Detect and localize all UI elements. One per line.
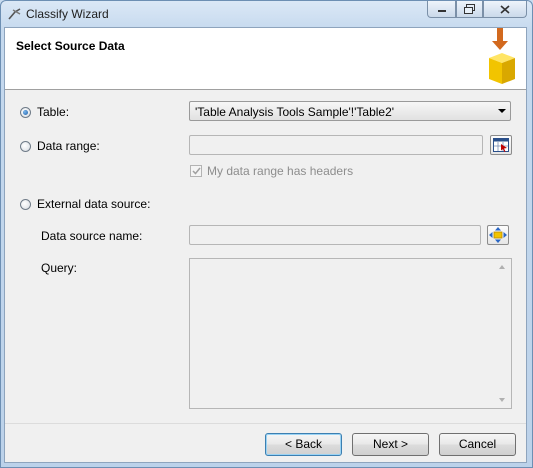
table-radio-option[interactable]: Table: (20, 105, 69, 119)
window-title: Classify Wizard (26, 7, 109, 21)
table-select-value: 'Table Analysis Tools Sample'!'Table2' (195, 105, 395, 119)
data-range-radio-option[interactable]: Data range: (20, 139, 100, 153)
close-icon (500, 4, 510, 14)
wizard-pick-icon (8, 8, 21, 20)
table-select[interactable]: 'Table Analysis Tools Sample'!'Table2' (189, 101, 511, 121)
close-button[interactable] (483, 1, 527, 18)
data-import-graphic (489, 28, 515, 84)
range-picker-button[interactable] (490, 135, 512, 155)
data-source-name-input[interactable] (189, 225, 481, 245)
scroll-down-icon[interactable] (499, 398, 505, 402)
next-button[interactable]: Next > (352, 433, 429, 456)
table-radio[interactable] (20, 106, 31, 118)
wizard-footer: < Back Next > Cancel (5, 423, 526, 464)
checkmark-icon (191, 167, 201, 175)
minimize-icon (437, 10, 446, 12)
data-source-icon (489, 227, 507, 243)
external-source-radio[interactable] (20, 198, 31, 210)
query-scrollbar[interactable] (494, 259, 511, 408)
headers-checkbox-row[interactable]: My data range has headers (190, 164, 353, 178)
restore-icon (464, 4, 475, 14)
minimize-button[interactable] (427, 1, 456, 18)
data-source-name-label: Data source name: (41, 229, 143, 243)
query-label: Query: (41, 261, 78, 275)
wizard-body: Select Source Data Table: 'Table Analysi… (4, 27, 527, 463)
table-label: Table: (37, 105, 70, 119)
chevron-down-icon[interactable] (498, 109, 506, 113)
cancel-button[interactable]: Cancel (439, 433, 516, 456)
data-range-input[interactable] (189, 135, 483, 155)
restore-button[interactable] (456, 1, 483, 18)
classify-wizard-window: Classify Wizard Select Source Data Table… (0, 0, 533, 468)
external-source-label: External data source: (37, 197, 151, 211)
back-button[interactable]: < Back (265, 433, 342, 456)
data-source-picker-button[interactable] (487, 225, 509, 245)
wizard-header: Select Source Data (5, 28, 526, 90)
data-range-radio[interactable] (20, 140, 31, 152)
scroll-up-icon[interactable] (499, 265, 505, 269)
query-textarea[interactable] (189, 258, 512, 409)
page-title: Select Source Data (16, 39, 125, 53)
range-select-icon (493, 138, 509, 152)
data-range-label: Data range: (37, 139, 100, 153)
external-source-radio-option[interactable]: External data source: (20, 197, 150, 211)
headers-checkbox-label: My data range has headers (207, 164, 354, 178)
title-bar[interactable]: Classify Wizard (1, 1, 532, 27)
headers-checkbox[interactable] (190, 165, 202, 177)
